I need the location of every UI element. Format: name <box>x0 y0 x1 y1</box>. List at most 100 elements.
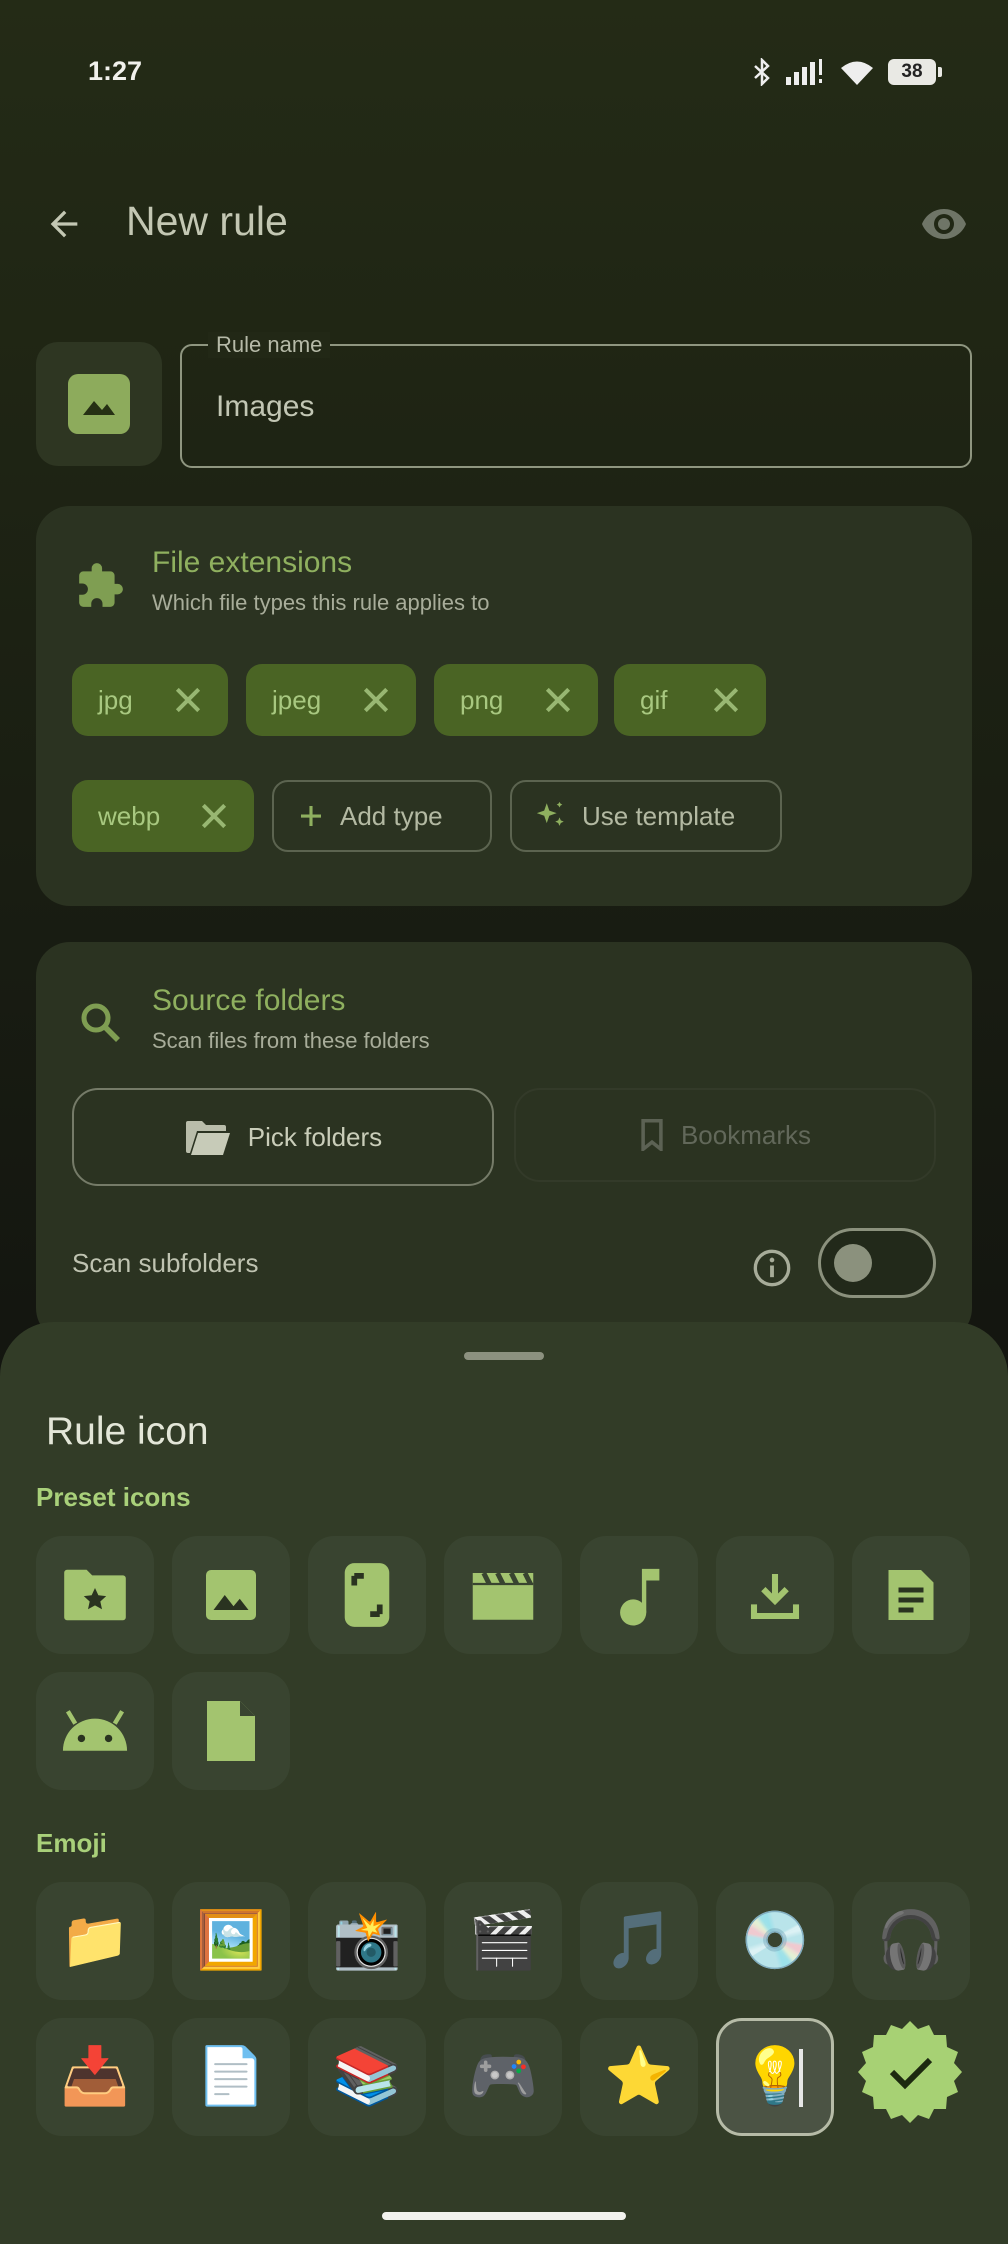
rule-name-field[interactable]: Rule name Images <box>180 332 972 468</box>
chip-label: png <box>460 684 504 715</box>
add-type-button[interactable]: Add type <box>272 780 492 852</box>
chip-label: webp <box>98 800 161 831</box>
emoji-page-icon: 📄 <box>196 2044 266 2109</box>
source-title: Source folders <box>152 984 346 1017</box>
close-icon[interactable] <box>198 800 230 832</box>
rule-name-value: Images <box>216 390 315 423</box>
bookmark-icon <box>641 1119 663 1151</box>
close-icon[interactable] <box>542 684 574 716</box>
sheet-title: Rule icon <box>46 1410 209 1453</box>
chip-png[interactable]: png <box>434 664 598 736</box>
preset-movie[interactable] <box>444 1536 562 1654</box>
emoji-headphones-icon: 🎧 <box>876 1908 946 1973</box>
preview-button[interactable] <box>916 196 972 252</box>
emoji-disc[interactable]: 💿 <box>716 1882 834 2000</box>
preset-document[interactable] <box>852 1536 970 1654</box>
wifi-icon <box>841 61 873 85</box>
emoji-music[interactable]: 🎵 <box>580 1882 698 2000</box>
extensions-subtitle: Which file types this rule applies to <box>152 590 490 615</box>
preset-screenshot[interactable] <box>308 1536 426 1654</box>
back-button[interactable] <box>36 196 92 252</box>
confirm-button[interactable] <box>854 2016 966 2128</box>
document-icon <box>888 1570 934 1620</box>
scan-subfolders-toggle[interactable] <box>818 1228 936 1298</box>
emoji-picture[interactable]: 🖼️ <box>172 1882 290 2000</box>
page-title: New rule <box>126 198 288 244</box>
image-icon <box>206 1570 256 1620</box>
extensions-title: File extensions <box>152 546 353 579</box>
phone-screenshot-icon <box>344 1563 390 1627</box>
emoji-star-icon: ⭐ <box>604 2044 674 2109</box>
image-icon <box>68 374 130 434</box>
chip-gif[interactable]: gif <box>614 664 766 736</box>
emoji-books[interactable]: 📚 <box>308 2018 426 2136</box>
chip-jpg[interactable]: jpg <box>72 664 228 736</box>
info-icon[interactable] <box>752 1248 792 1288</box>
chip-label: gif <box>640 684 668 715</box>
bookmarks-button[interactable]: Bookmarks <box>514 1088 936 1182</box>
emoji-picture-icon: 🖼️ <box>196 1908 266 1973</box>
emoji-clapper-icon: 🎬 <box>468 1908 538 1973</box>
emoji-headphones[interactable]: 🎧 <box>852 1882 970 2000</box>
pick-folders-button[interactable]: Pick folders <box>72 1088 494 1186</box>
use-template-button[interactable]: Use template <box>510 780 782 852</box>
emoji-folder-icon: 📁 <box>60 1908 130 1973</box>
emoji-label: Emoji <box>36 1828 107 1858</box>
chip-jpeg[interactable]: jpeg <box>246 664 416 736</box>
chip-webp[interactable]: webp <box>72 780 254 852</box>
bookmarks-label: Bookmarks <box>680 1119 812 1150</box>
source-subtitle: Scan files from these folders <box>152 1028 430 1053</box>
file-icon <box>207 1701 255 1761</box>
preset-image[interactable] <box>172 1536 290 1654</box>
emoji-inbox-icon: 📥 <box>60 2044 130 2109</box>
preset-icons-label: Preset icons <box>36 1482 191 1512</box>
battery-indicator: 38 <box>888 59 942 85</box>
add-type-label: Add type <box>340 800 443 831</box>
signal-icon <box>786 59 822 85</box>
preset-android[interactable] <box>36 1672 154 1790</box>
source-folders-card: Source folders Scan files from these fol… <box>36 942 972 1342</box>
folder-open-icon <box>185 1121 230 1155</box>
status-time: 1:27 <box>88 56 143 86</box>
preset-file[interactable] <box>172 1672 290 1790</box>
chip-label: jpeg <box>272 684 322 715</box>
android-icon <box>62 1710 128 1751</box>
pick-folders-label: Pick folders <box>247 1121 383 1152</box>
emoji-camera-icon: 📸 <box>332 1908 402 1973</box>
sparkle-icon <box>536 801 564 826</box>
emoji-star[interactable]: ⭐ <box>580 2018 698 2136</box>
emoji-lightbulb-selected[interactable]: 💡 <box>716 2018 834 2136</box>
movie-icon <box>472 1571 534 1620</box>
arrow-back-icon <box>50 210 78 238</box>
close-icon[interactable] <box>710 684 742 716</box>
status-icons: 38 <box>752 58 942 86</box>
preset-music[interactable] <box>580 1536 698 1654</box>
close-icon[interactable] <box>360 684 392 716</box>
emoji-folder[interactable]: 📁 <box>36 1882 154 2000</box>
search-icon <box>70 992 130 1052</box>
use-template-label: Use template <box>582 800 736 831</box>
music-note-icon <box>620 1568 660 1626</box>
rule-icon-button[interactable] <box>36 342 162 466</box>
emoji-clapper[interactable]: 🎬 <box>444 1882 562 2000</box>
puzzle-icon <box>70 556 130 616</box>
drag-handle[interactable] <box>464 1352 544 1360</box>
preset-download[interactable] <box>716 1536 834 1654</box>
file-extensions-card: File extensions Which file types this ru… <box>36 506 972 906</box>
scan-subfolders-label: Scan subfolders <box>72 1248 259 1278</box>
close-icon[interactable] <box>172 684 204 716</box>
emoji-page[interactable]: 📄 <box>172 2018 290 2136</box>
chip-label: jpg <box>98 684 133 715</box>
download-icon <box>750 1574 800 1620</box>
plus-icon <box>301 806 321 826</box>
emoji-inbox[interactable]: 📥 <box>36 2018 154 2136</box>
emoji-gamepad[interactable]: 🎮 <box>444 2018 562 2136</box>
eye-icon <box>922 209 966 239</box>
emoji-music-icon: 🎵 <box>604 1908 674 1973</box>
emoji-camera[interactable]: 📸 <box>308 1882 426 2000</box>
preset-folder-star[interactable] <box>36 1536 154 1654</box>
emoji-gamepad-icon: 🎮 <box>468 2044 538 2109</box>
folder-star-icon <box>64 1569 126 1621</box>
text-cursor <box>799 2049 803 2107</box>
bluetooth-icon <box>754 58 770 86</box>
